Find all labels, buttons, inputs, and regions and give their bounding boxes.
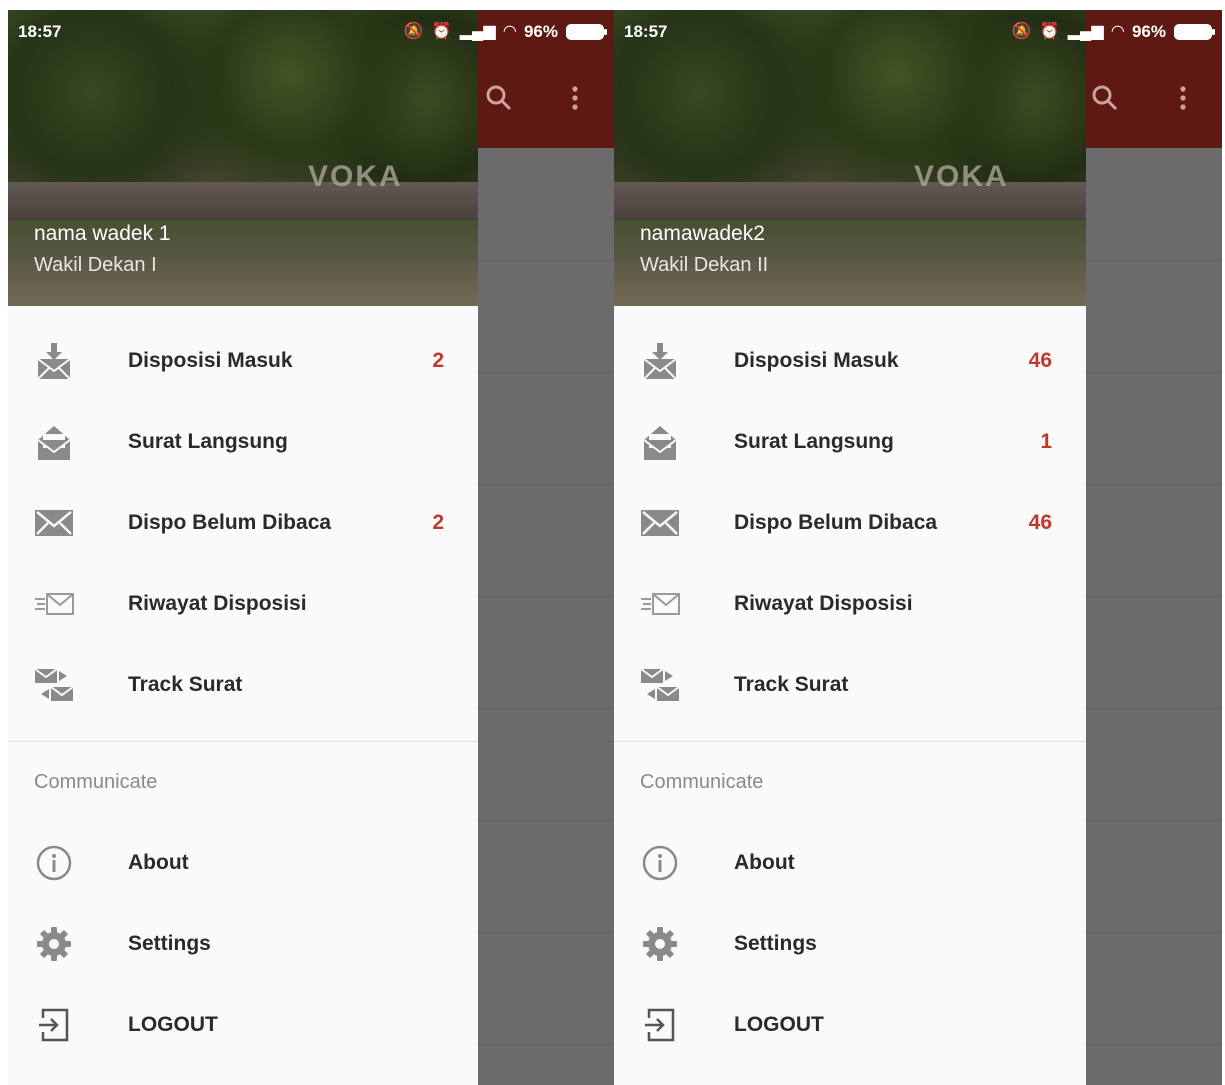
menu-item-label: Disposisi Masuk (128, 348, 293, 372)
battery-icon (566, 24, 607, 40)
signal-icon: ▂▄▆ (459, 23, 496, 40)
menu-item-label: Surat Langsung (734, 429, 894, 453)
status-bar: 18:57 🔕 ⏰ ▂▄▆ ◠ 96% (614, 10, 1222, 54)
search-icon[interactable] (484, 84, 514, 114)
menu-item-logout[interactable]: LOGOUT (614, 984, 1086, 1065)
track-mail-icon (638, 663, 682, 707)
screenshot-stage: 18:57 🔕 ⏰ ▂▄▆ ◠ 96% VOKA nama wadek 1 Wa… (0, 0, 1225, 1085)
battery-percent: 96% (523, 22, 558, 41)
battery-percent: 96% (1131, 22, 1166, 41)
drawer-menu: Disposisi Masuk 46 Surat Langsung 1 Disp… (614, 320, 1086, 1065)
unread-envelope-icon (32, 501, 76, 545)
menu-item-label: Track Surat (734, 672, 849, 696)
inbox-mail-icon (638, 339, 682, 383)
logout-icon (32, 1003, 76, 1047)
count-badge: 2 (432, 348, 444, 372)
wifi-icon: ◠ (503, 23, 516, 40)
menu-item-settings[interactable]: Settings (614, 903, 1086, 984)
alarm-icon: ⏰ (431, 23, 452, 40)
mute-icon: 🔕 (1011, 23, 1032, 40)
phone-screen-1: 18:57 🔕 ⏰ ▂▄▆ ◠ 96% VOKA nama wadek 1 Wa… (8, 10, 614, 1085)
info-icon (638, 841, 682, 885)
signal-icon: ▂▄▆ (1067, 23, 1104, 40)
drawer-menu: Disposisi Masuk 2 Surat Langsung Dispo B… (8, 320, 478, 1065)
menu-item-about[interactable]: About (8, 822, 478, 903)
menu-item-logout[interactable]: LOGOUT (8, 984, 478, 1065)
navigation-drawer: VOKA nama wadek 1 Wakil Dekan I Disposis… (8, 10, 478, 1085)
battery-icon (1174, 24, 1215, 40)
alarm-icon: ⏰ (1039, 23, 1060, 40)
drawer-header: VOKA nama wadek 1 Wakil Dekan I (8, 10, 478, 306)
open-envelope-icon (638, 420, 682, 464)
count-badge: 46 (1028, 348, 1052, 372)
info-icon (32, 841, 76, 885)
sent-mail-icon (638, 582, 682, 626)
sent-mail-icon (32, 582, 76, 626)
menu-item-surat-langsung[interactable]: Surat Langsung 1 (614, 401, 1086, 482)
search-icon[interactable] (1090, 84, 1120, 114)
user-role: Wakil Dekan I (34, 254, 157, 276)
menu-item-dispo-belum-dibaca[interactable]: Dispo Belum Dibaca 46 (614, 482, 1086, 563)
section-title-communicate: Communicate (640, 771, 764, 793)
drawer-header: VOKA namawadek2 Wakil Dekan II (614, 10, 1086, 306)
mute-icon: 🔕 (403, 23, 424, 40)
track-mail-icon (32, 663, 76, 707)
inbox-mail-icon (32, 339, 76, 383)
menu-item-disposisi-masuk[interactable]: Disposisi Masuk 46 (614, 320, 1086, 401)
count-badge: 2 (432, 510, 444, 534)
menu-item-settings[interactable]: Settings (8, 903, 478, 984)
navigation-drawer: VOKA namawadek2 Wakil Dekan II Disposisi… (614, 10, 1086, 1085)
section-title-communicate: Communicate (34, 771, 158, 793)
menu-item-label: LOGOUT (128, 1012, 218, 1036)
count-badge: 46 (1028, 510, 1052, 534)
gear-icon (32, 922, 76, 966)
menu-item-label: Settings (734, 931, 817, 955)
status-time: 18:57 (18, 22, 62, 41)
menu-item-label: Riwayat Disposisi (128, 591, 307, 615)
status-time: 18:57 (624, 22, 668, 41)
more-vert-icon[interactable] (1168, 84, 1198, 114)
menu-item-label: Dispo Belum Dibaca (128, 510, 332, 534)
menu-item-about[interactable]: About (614, 822, 1086, 903)
user-name: nama wadek 1 (34, 222, 171, 245)
menu-item-label: Disposisi Masuk (734, 348, 899, 372)
menu-item-label: Surat Langsung (128, 429, 288, 453)
menu-item-label: About (734, 850, 795, 874)
menu-item-track-surat[interactable]: Track Surat (8, 644, 478, 725)
menu-item-riwayat-disposisi[interactable]: Riwayat Disposisi (614, 563, 1086, 644)
phone-screen-2: 18:57 🔕 ⏰ ▂▄▆ ◠ 96% VOKA namawadek2 Waki… (614, 10, 1222, 1085)
wifi-icon: ◠ (1111, 23, 1124, 40)
menu-item-label: Settings (128, 931, 211, 955)
menu-item-disposisi-masuk[interactable]: Disposisi Masuk 2 (8, 320, 478, 401)
user-name: namawadek2 (640, 222, 765, 245)
menu-item-dispo-belum-dibaca[interactable]: Dispo Belum Dibaca 2 (8, 482, 478, 563)
menu-item-label: Riwayat Disposisi (734, 591, 913, 615)
menu-item-riwayat-disposisi[interactable]: Riwayat Disposisi (8, 563, 478, 644)
menu-item-label: Track Surat (128, 672, 243, 696)
more-vert-icon[interactable] (560, 84, 590, 114)
menu-item-label: Dispo Belum Dibaca (734, 510, 938, 534)
menu-item-surat-langsung[interactable]: Surat Langsung (8, 401, 478, 482)
menu-item-track-surat[interactable]: Track Surat (614, 644, 1086, 725)
unread-envelope-icon (638, 501, 682, 545)
gear-icon (638, 922, 682, 966)
logout-icon (638, 1003, 682, 1047)
user-role: Wakil Dekan II (640, 254, 769, 276)
menu-item-label: About (128, 850, 189, 874)
status-bar: 18:57 🔕 ⏰ ▂▄▆ ◠ 96% (8, 10, 614, 54)
menu-item-label: LOGOUT (734, 1012, 824, 1036)
open-envelope-icon (32, 420, 76, 464)
count-badge: 1 (1040, 429, 1052, 453)
